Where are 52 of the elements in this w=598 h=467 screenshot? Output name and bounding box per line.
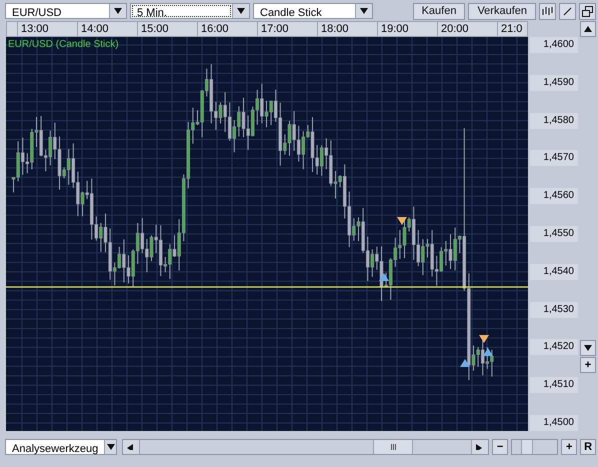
dropdown[interactable]: 5 Min. [130, 3, 250, 19]
down-arrow-icon [584, 345, 592, 351]
time-label: 21:0 [497, 22, 557, 36]
time-label: 19:00 [377, 22, 437, 36]
time-label: 20:00 [437, 22, 497, 36]
trade-button[interactable]: Kaufen [412, 2, 466, 20]
price-label: 1,4590 [530, 74, 578, 91]
price-label: 1,4540 [530, 264, 578, 280]
down-arrow-icon [106, 444, 115, 450]
price-label: 1,4530 [530, 302, 578, 318]
buy-marker-icon [483, 348, 493, 356]
price-label: 1,4600 [530, 37, 578, 53]
line-tool-icon[interactable] [559, 2, 576, 20]
price-label: 1,4500 [530, 414, 578, 431]
up-arrow-icon [584, 26, 592, 32]
sell-marker-icon [479, 335, 489, 343]
price-label: 1,4560 [530, 188, 578, 204]
time-label: 14:00 [77, 22, 137, 36]
price-label: 1,4580 [530, 112, 578, 129]
price-label: 1,4570 [530, 150, 578, 166]
dropdown[interactable]: Candle Stick [253, 3, 373, 19]
time-label: 16:00 [197, 22, 257, 36]
price-label: 1,4520 [530, 339, 578, 356]
zoom-out-button[interactable]: − [492, 438, 508, 454]
price-label: 1,4550 [530, 226, 578, 242]
down-arrow-icon [360, 8, 368, 14]
time-label: 15:00 [137, 22, 197, 36]
buy-marker-icon [460, 359, 470, 367]
zoom-slider[interactable] [510, 439, 558, 455]
trade-button[interactable]: Verkaufen [468, 2, 536, 20]
dropdown[interactable]: EUR/USD [5, 3, 127, 19]
buy-marker-icon [379, 273, 389, 281]
left-arrow-icon [127, 444, 135, 450]
down-arrow-icon [237, 8, 245, 14]
right-arrow-icon [476, 444, 484, 450]
slider-thumb[interactable] [520, 440, 533, 454]
down-arrow-icon [114, 8, 122, 14]
tool-dropdown[interactable]: Analysewerkzeug [5, 439, 117, 455]
windows-icon[interactable] [579, 2, 596, 20]
time-label: 17:00 [257, 22, 317, 36]
scroll-down-button[interactable] [580, 340, 596, 356]
scroll-up-button[interactable] [580, 21, 596, 37]
sell-marker-icon [397, 217, 407, 225]
price-label: 1,4510 [530, 377, 578, 394]
bars-icon[interactable] [539, 2, 556, 20]
time-label: 18:00 [317, 22, 377, 36]
time-label: 13:00 [17, 22, 77, 36]
zoom-button[interactable]: + [580, 357, 596, 373]
grip-icon [390, 444, 396, 450]
reset-button[interactable]: R [580, 438, 596, 454]
zoom-in-button[interactable]: + [561, 438, 578, 454]
chart-title: EUR/USD (Candle Stick) [8, 39, 119, 50]
